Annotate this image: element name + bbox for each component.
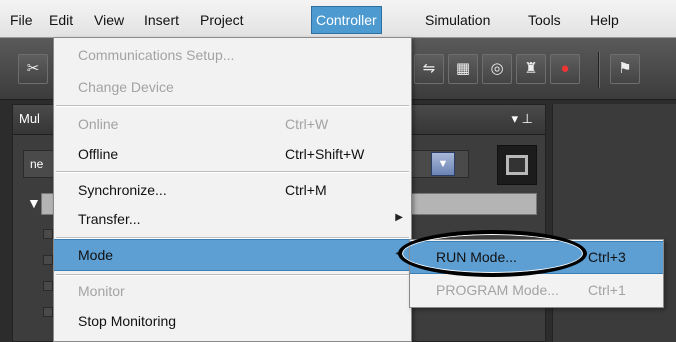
menu-project[interactable]: Project (200, 9, 244, 31)
menu-bar: File Edit View Insert Project Controller… (0, 0, 676, 38)
menu-item-label: Transfer... (78, 211, 141, 227)
menu-item-offline[interactable]: Offline Ctrl+Shift+W (54, 139, 411, 171)
menu-item-shortcut: Ctrl+W (285, 116, 329, 132)
menu-separator (56, 171, 409, 173)
menu-item-stop-monitoring[interactable]: Stop Monitoring (54, 306, 411, 338)
menu-separator (56, 105, 409, 107)
search-icon[interactable]: ♜ (516, 54, 546, 84)
submenu-item-label: PROGRAM Mode... (436, 282, 559, 298)
panel-title: Mul (19, 111, 40, 126)
toolbar-separator (598, 52, 600, 88)
device-icon-frame (506, 155, 528, 175)
menu-tools[interactable]: Tools (528, 9, 561, 31)
menu-item-label: Online (78, 116, 119, 132)
error-icon[interactable]: ● (550, 54, 580, 84)
menu-item-label: Communications Setup... (78, 47, 235, 63)
menu-simulation[interactable]: Simulation (425, 9, 490, 31)
menu-item-online[interactable]: Online Ctrl+W (54, 109, 411, 141)
tree-node[interactable] (43, 281, 53, 291)
menu-insert[interactable]: Insert (144, 9, 179, 31)
watch-icon[interactable]: ◎ (482, 54, 512, 84)
submenu-item-run-mode[interactable]: RUN Mode... Ctrl+3 (410, 241, 663, 274)
menu-item-label: Offline (78, 146, 119, 162)
menu-item-label: Synchronize... (78, 182, 167, 198)
menu-item-label: Stop Monitoring (78, 313, 177, 329)
menu-item-shortcut: Ctrl+Shift+W (285, 146, 365, 162)
controller-menu: Communications Setup... Change Device On… (53, 37, 412, 342)
menu-item-synchronize[interactable]: Synchronize... Ctrl+M (54, 175, 411, 207)
menu-item-transfer[interactable]: Transfer... ▶ (54, 204, 411, 236)
pin-icon[interactable]: ▾ ⊥ (512, 111, 533, 127)
cross-reference-icon[interactable]: ▦ (448, 54, 478, 84)
controller-device-icon[interactable] (497, 145, 537, 185)
submenu-item-program-mode[interactable]: PROGRAM Mode... Ctrl+1 (410, 275, 663, 308)
menu-item-label: Monitor (78, 283, 125, 299)
menu-edit[interactable]: Edit (49, 9, 73, 31)
menu-file[interactable]: File (10, 9, 33, 31)
menu-item-monitor[interactable]: Monitor (54, 276, 411, 308)
menu-item-communications-setup[interactable]: Communications Setup... (54, 40, 411, 72)
tree-node[interactable] (43, 229, 53, 239)
menu-item-change-device[interactable]: Change Device (54, 72, 411, 104)
menu-item-label: Mode (78, 247, 114, 263)
submenu-item-shortcut: Ctrl+1 (588, 282, 626, 298)
submenu-arrow-icon: ▶ (395, 212, 403, 223)
menu-item-shortcut: Ctrl+M (285, 182, 327, 198)
menu-item-label: Change Device (78, 79, 174, 95)
menu-item-mode[interactable]: Mode ◀ (54, 239, 411, 271)
tree-node[interactable] (43, 307, 53, 317)
tree-node[interactable] (43, 255, 53, 265)
submenu-item-label: RUN Mode... (436, 249, 517, 265)
device-combo-value: ne (30, 157, 44, 171)
submenu-arrow-icon: ◀ (395, 248, 403, 259)
menu-view[interactable]: View (94, 9, 124, 31)
simulation-icon[interactable]: ⚑ (610, 54, 640, 84)
chevron-down-icon[interactable]: ▼ (431, 152, 455, 176)
mode-submenu: RUN Mode... Ctrl+3 PROGRAM Mode... Ctrl+… (409, 239, 664, 308)
compare-icon[interactable]: ⇋ (414, 54, 444, 84)
tree-expand-icon[interactable]: ▼ (27, 195, 41, 211)
cut-icon[interactable]: ✂ (18, 54, 48, 84)
submenu-item-shortcut: Ctrl+3 (588, 249, 626, 265)
menu-controller[interactable]: Controller (311, 6, 382, 34)
menu-help[interactable]: Help (590, 9, 619, 31)
